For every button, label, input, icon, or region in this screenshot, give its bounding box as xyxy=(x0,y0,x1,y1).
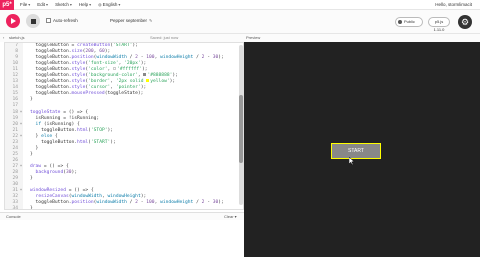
preview-label: Preview xyxy=(246,35,261,40)
code-lines[interactable]: 7 toggleButton = createButton('START'); 8… xyxy=(5,43,224,210)
visibility-label: Public xyxy=(404,19,415,24)
save-status: Saved: just now xyxy=(150,35,179,40)
visibility-toggle[interactable]: Public xyxy=(395,17,423,27)
chevron-left-icon[interactable]: ‹ xyxy=(3,34,4,42)
gear-icon[interactable]: ⚙ xyxy=(458,15,472,29)
menu-bar: File ▾ Edit ▾ Sketch ▾ Help ▾ ◍ English ▾ xyxy=(20,0,120,10)
menu-language-label: English xyxy=(102,2,118,7)
auto-refresh-label: Auto-refresh xyxy=(53,18,78,23)
sketch-name-label: Pepper september xyxy=(110,18,148,23)
p5-logo[interactable]: p5* xyxy=(0,0,14,10)
menu-file-label: File xyxy=(20,2,28,7)
console-clear-label: Clear xyxy=(224,214,234,219)
editor-header: ‹ sketch.js Saved: just now xyxy=(0,34,244,42)
play-button[interactable] xyxy=(6,14,20,28)
pencil-icon: ✎ xyxy=(149,18,153,23)
stop-button[interactable] xyxy=(26,14,40,28)
sketch-name[interactable]: Pepper september ✎ xyxy=(110,18,152,23)
chevron-down-icon: ▾ xyxy=(69,2,72,7)
preview-header: Preview xyxy=(244,34,480,42)
chevron-down-icon: ▾ xyxy=(89,2,92,7)
version-selector[interactable]: p5.js 1.11.0 xyxy=(428,17,450,32)
menu-file[interactable]: File ▾ xyxy=(20,0,30,10)
menu-edit[interactable]: Edit ▾ xyxy=(37,0,48,10)
scrollbar-thumb[interactable] xyxy=(239,95,243,163)
start-button[interactable]: START xyxy=(331,143,381,159)
code-editor[interactable]: 7 toggleButton = createButton('START'); 8… xyxy=(4,42,244,210)
code-line[interactable]: 34} xyxy=(5,206,224,210)
chevron-down-icon: ▾ xyxy=(46,2,49,7)
chevron-down-icon: ▾ xyxy=(28,2,31,7)
top-nav: p5* File ▾ Edit ▾ Sketch ▾ Help ▾ ◍ English ▾ … xyxy=(0,0,480,10)
menu-sketch-label: Sketch xyxy=(55,2,69,7)
menu-edit-label: Edit xyxy=(37,2,46,7)
chevron-down-icon: ▾ xyxy=(118,2,121,7)
lock-icon xyxy=(398,20,402,24)
menu-help[interactable]: Help ▾ xyxy=(79,0,91,10)
menu-language[interactable]: ◍ English ▾ xyxy=(98,0,120,10)
globe-icon: ◍ xyxy=(98,2,102,7)
mouse-pointer-icon xyxy=(349,157,355,165)
menu-sketch[interactable]: Sketch ▾ xyxy=(55,0,72,10)
user-menu[interactable]: Hello, stormlimacit xyxy=(435,0,472,10)
code-text: } xyxy=(30,206,33,210)
menu-help-label: Help xyxy=(78,2,89,7)
file-name: sketch.js xyxy=(9,35,25,40)
code-line[interactable]: 33 toggleButton.position(windowWidth / 2… xyxy=(5,200,224,206)
console-header: Console Clear ▾ xyxy=(0,212,244,220)
code-text: toggleButton.mousePressed(toggleState); xyxy=(30,91,144,97)
auto-refresh[interactable]: Auto-refresh xyxy=(46,18,78,23)
code-text: toggleButton.position(windowWidth / 2 - … xyxy=(30,200,224,206)
line-number: 34 xyxy=(12,206,18,210)
console-output[interactable] xyxy=(4,220,244,258)
auto-refresh-checkbox[interactable] xyxy=(46,18,51,23)
